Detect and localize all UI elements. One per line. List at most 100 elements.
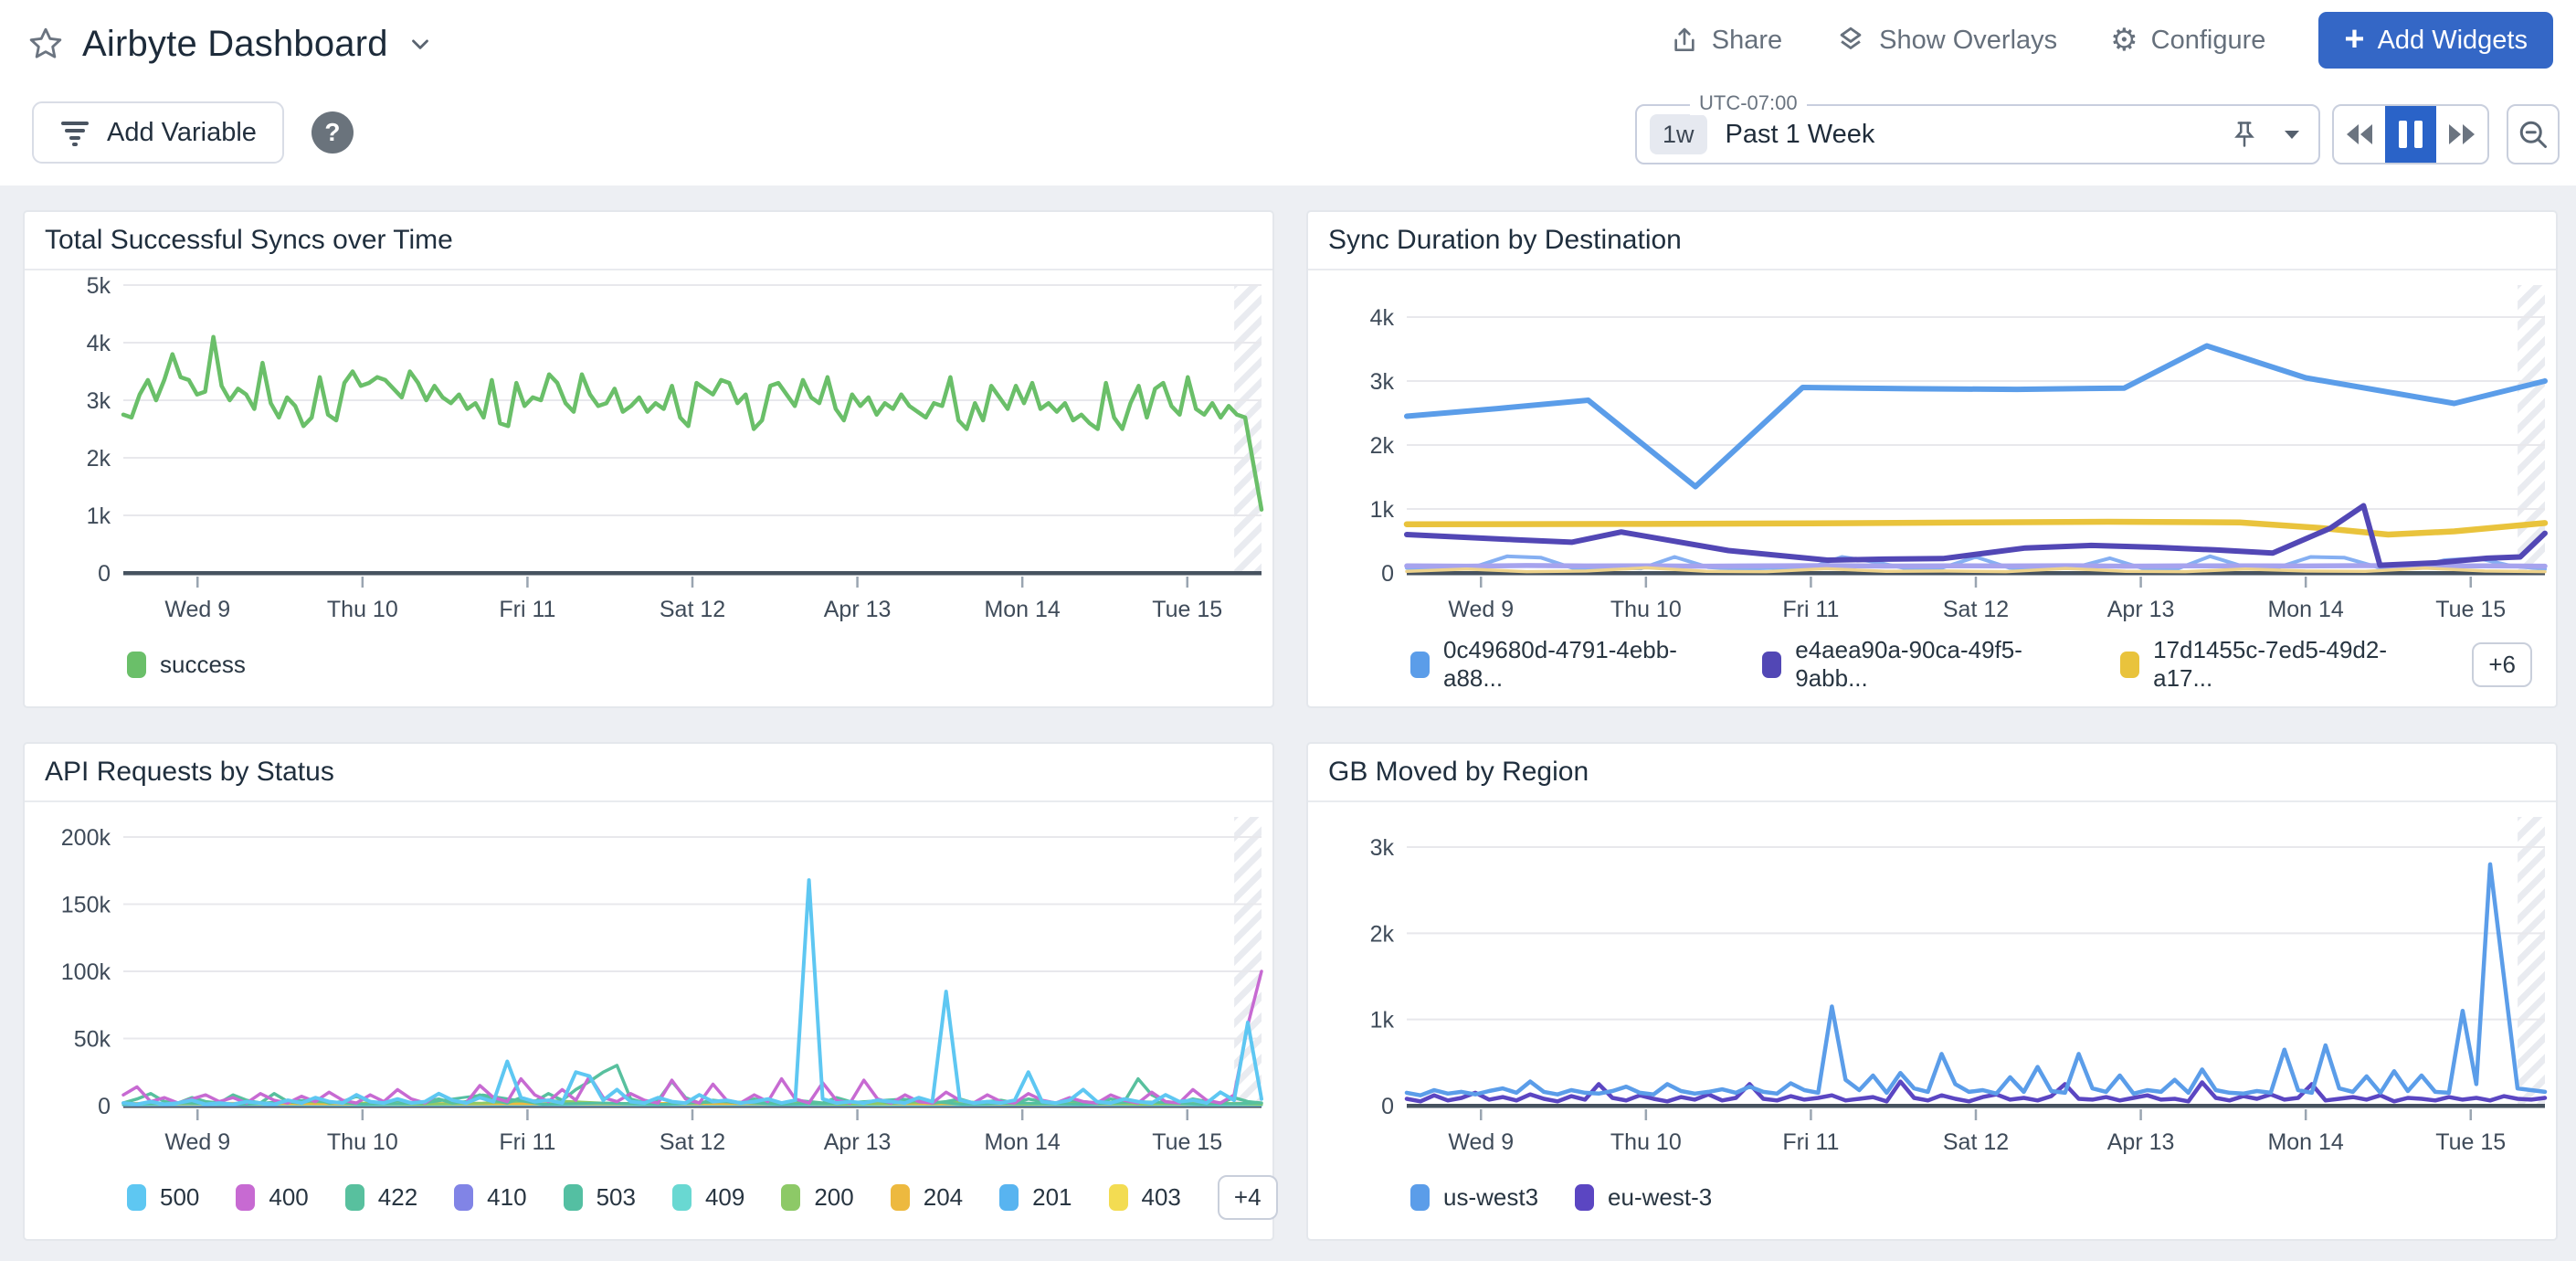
svg-text:2k: 2k [1370, 433, 1395, 459]
svg-text:Tue 15: Tue 15 [2435, 1129, 2506, 1155]
help-glyph: ? [324, 118, 340, 147]
legend-item[interactable]: 403 [1109, 1183, 1181, 1212]
legend-item[interactable]: 17d1455c-7ed5-49d2-a17... [2120, 636, 2421, 693]
svg-text:2k: 2k [1370, 921, 1395, 947]
legend-item[interactable]: 204 [891, 1183, 963, 1212]
svg-text:Wed 9: Wed 9 [1448, 597, 1514, 622]
legend-item[interactable]: 503 [564, 1183, 636, 1212]
svg-text:Fri 11: Fri 11 [499, 1129, 555, 1155]
svg-text:0: 0 [1381, 561, 1394, 587]
svg-text:Wed 9: Wed 9 [164, 597, 230, 622]
chevron-down-icon[interactable] [406, 30, 434, 58]
svg-text:Sat 12: Sat 12 [660, 1129, 725, 1155]
dashboard-page: Airbyte Dashboard Share [0, 0, 2576, 1261]
time-forward-button[interactable] [2436, 106, 2487, 163]
svg-text:Tue 15: Tue 15 [2435, 597, 2506, 622]
legend-label: 422 [378, 1183, 417, 1212]
legend-item[interactable]: 0c49680d-4791-4ebb-a88... [1410, 636, 1711, 693]
legend-label: 410 [487, 1183, 526, 1212]
configure-button[interactable]: ⚙ Configure [2110, 25, 2265, 56]
svg-text:Thu 10: Thu 10 [1610, 1129, 1682, 1155]
svg-text:0: 0 [98, 1094, 111, 1119]
legend-item[interactable]: 422 [345, 1183, 417, 1212]
line-chart-sync-duration[interactable]: 01k2k3k4kWed 9Thu 10Fri 11Sat 12Apr 13Mo… [1308, 270, 2556, 628]
legend-label: us-west3 [1443, 1183, 1538, 1212]
legend-item[interactable]: 409 [672, 1183, 744, 1212]
legend-swatch [564, 1184, 583, 1211]
legend-item[interactable]: 201 [999, 1183, 1072, 1212]
configure-label: Configure [2151, 26, 2266, 56]
legend-swatch [1109, 1184, 1128, 1211]
top-bar: Airbyte Dashboard Share [0, 0, 2576, 185]
legend-item[interactable]: 500 [127, 1183, 199, 1212]
svg-text:200k: 200k [61, 825, 111, 851]
chart-svg: 01k2k3k4kWed 9Thu 10Fri 11Sat 12Apr 13Mo… [1308, 270, 2556, 628]
svg-text:Sat 12: Sat 12 [660, 597, 725, 622]
legend-overflow-badge[interactable]: +6 [2472, 642, 2532, 687]
svg-text:Apr 13: Apr 13 [2107, 1129, 2175, 1155]
svg-text:2k: 2k [87, 446, 111, 472]
legend-label: 0c49680d-4791-4ebb-a88... [1443, 636, 1711, 693]
time-nav-group [2332, 104, 2489, 164]
legend-swatch [2120, 652, 2139, 678]
svg-text:1k: 1k [1370, 1008, 1395, 1033]
legend-overflow-badge[interactable]: +4 [1218, 1175, 1278, 1220]
add-variable-button[interactable]: Add Variable [32, 101, 284, 164]
star-icon[interactable] [27, 26, 64, 62]
svg-text:100k: 100k [61, 959, 111, 985]
zoom-out-button[interactable] [2507, 104, 2560, 164]
show-overlays-button[interactable]: Show Overlays [1835, 25, 2057, 56]
caret-down-icon[interactable] [2282, 126, 2302, 143]
panel-api-requests-by-status[interactable]: API Requests by Status 050k100k150k200kW… [23, 742, 1274, 1241]
pin-icon[interactable] [2231, 119, 2258, 150]
legend-swatch [999, 1184, 1019, 1211]
legend-label: 500 [160, 1183, 199, 1212]
legend-item[interactable]: e4aea90a-90ca-49f5-9abb... [1762, 636, 2069, 693]
chart-legend: 0c49680d-4791-4ebb-a88... e4aea90a-90ca-4… [1308, 628, 2556, 706]
svg-text:Apr 13: Apr 13 [824, 1129, 892, 1155]
legend-label: 204 [924, 1183, 963, 1212]
line-chart-total-successful-syncs[interactable]: 01k2k3k4k5kWed 9Thu 10Fri 11Sat 12Apr 13… [25, 270, 1272, 628]
legend-item[interactable]: 410 [454, 1183, 526, 1212]
plus-icon: + [2344, 22, 2364, 57]
legend-swatch [1410, 652, 1430, 678]
legend-item[interactable]: 200 [781, 1183, 853, 1212]
panel-title: Total Successful Syncs over Time [25, 212, 1272, 270]
panel-title: API Requests by Status [25, 744, 1272, 802]
share-button[interactable]: Share [1670, 25, 1782, 56]
svg-text:Tue 15: Tue 15 [1152, 1129, 1222, 1155]
time-backward-button[interactable] [2334, 106, 2385, 163]
line-chart-gb-moved[interactable]: 01k2k3kWed 9Thu 10Fri 11Sat 12Apr 13Mon … [1308, 802, 2556, 1160]
chart-svg: 01k2k3k4k5kWed 9Thu 10Fri 11Sat 12Apr 13… [25, 270, 1272, 628]
svg-text:0: 0 [98, 561, 111, 587]
legend-swatch [236, 1184, 255, 1211]
time-range-picker[interactable]: UTC-07:00 1w Past 1 Week [1635, 104, 2320, 164]
svg-text:50k: 50k [74, 1027, 111, 1053]
legend-swatch [781, 1184, 800, 1211]
svg-text:Thu 10: Thu 10 [327, 1129, 398, 1155]
panel-gb-moved-by-region[interactable]: GB Moved by Region 01k2k3kWed 9Thu 10Fri… [1306, 742, 2558, 1241]
pause-icon [2399, 121, 2423, 148]
time-shortcut-chip[interactable]: 1w [1650, 114, 1707, 154]
help-icon[interactable]: ? [311, 111, 354, 154]
legend-item[interactable]: eu-west-3 [1575, 1183, 1712, 1212]
svg-text:4k: 4k [87, 331, 111, 356]
legend-swatch [1762, 652, 1781, 678]
legend-swatch [127, 652, 146, 678]
panel-total-successful-syncs[interactable]: Total Successful Syncs over Time 01k2k3k… [23, 210, 1274, 708]
svg-text:Apr 13: Apr 13 [824, 597, 892, 622]
panel-sync-duration-by-destination[interactable]: Sync Duration by Destination 01k2k3k4kWe… [1306, 210, 2558, 708]
legend-item[interactable]: 400 [236, 1183, 308, 1212]
legend-label: 503 [596, 1183, 636, 1212]
legend-label: 409 [705, 1183, 744, 1212]
svg-text:Thu 10: Thu 10 [327, 597, 398, 622]
add-widgets-button[interactable]: + Add Widgets [2318, 12, 2553, 69]
line-chart-api-requests[interactable]: 050k100k150k200kWed 9Thu 10Fri 11Sat 12A… [25, 802, 1272, 1160]
legend-swatch [891, 1184, 910, 1211]
legend-item[interactable]: us-west3 [1410, 1183, 1538, 1212]
time-pause-button[interactable] [2385, 106, 2436, 163]
title-row: Airbyte Dashboard [27, 15, 434, 73]
legend-item[interactable]: success [127, 651, 246, 679]
legend-label: 17d1455c-7ed5-49d2-a17... [2153, 636, 2421, 693]
svg-text:Apr 13: Apr 13 [2107, 597, 2175, 622]
